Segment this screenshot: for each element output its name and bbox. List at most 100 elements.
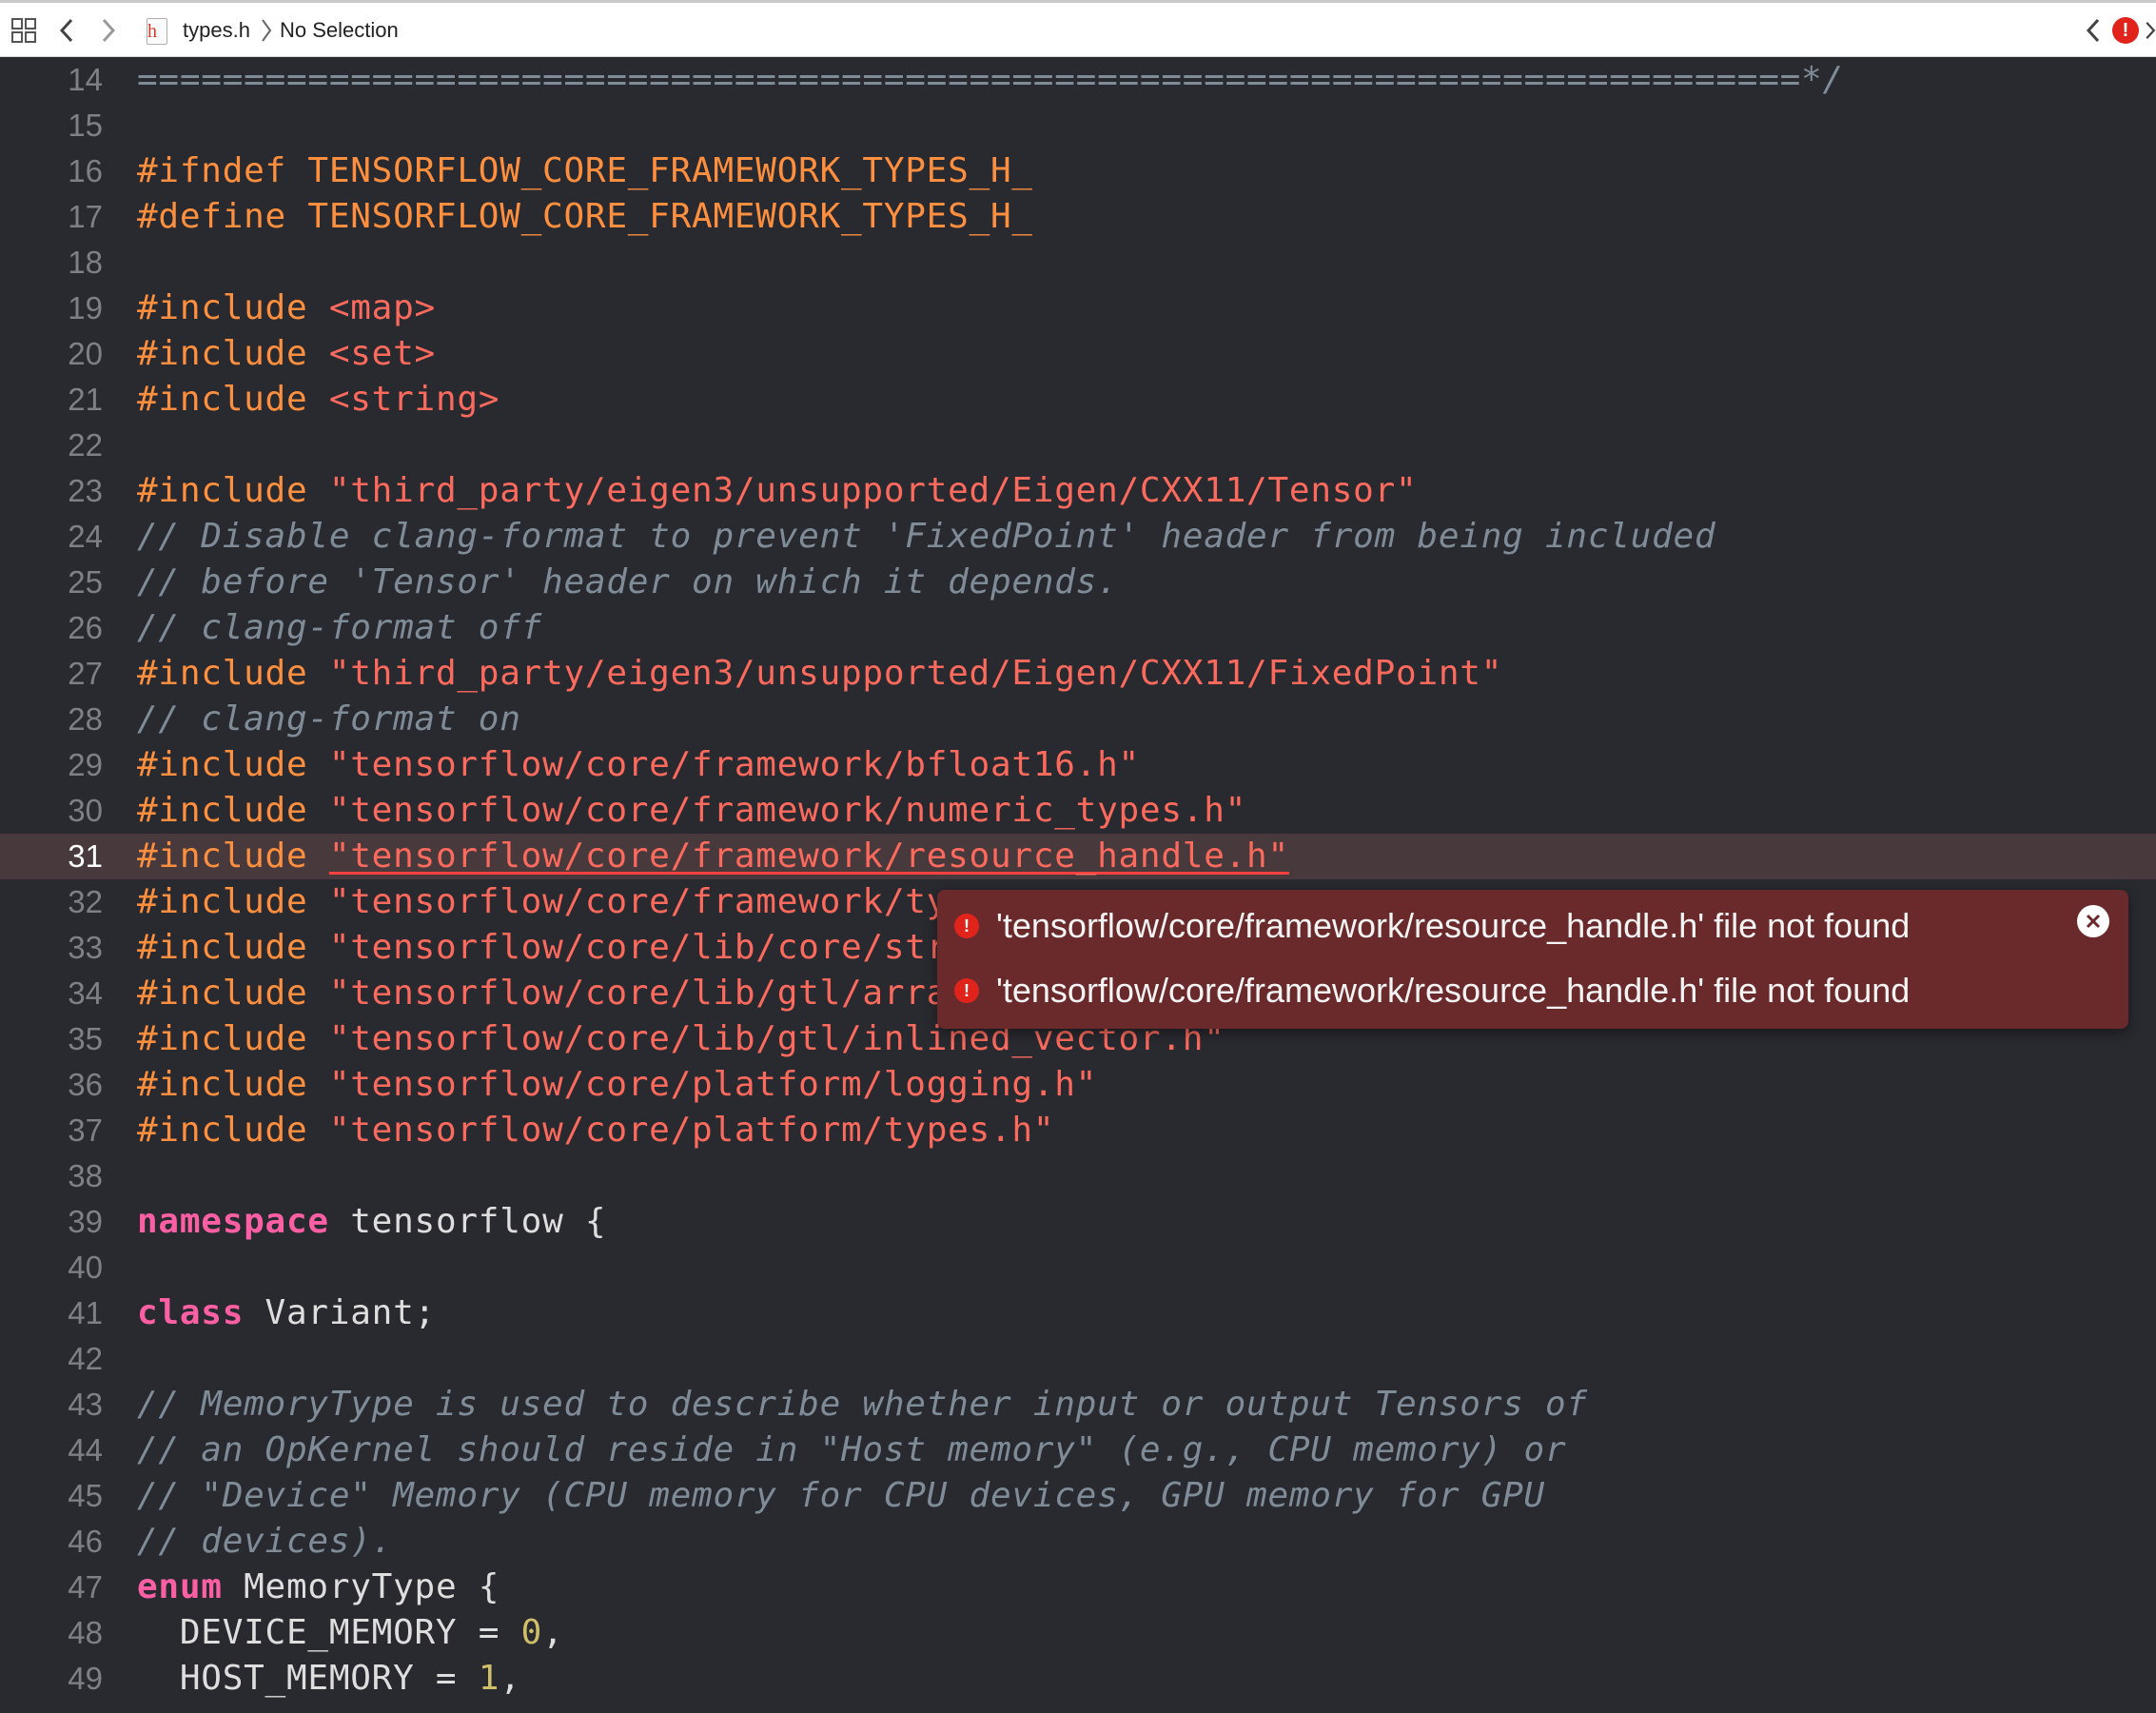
line-number[interactable]: 17 bbox=[0, 194, 103, 240]
code-line[interactable]: 16 #ifndef TENSORFLOW_CORE_FRAMEWORK_TYPE… bbox=[0, 148, 2156, 194]
code-text[interactable]: #include "third_party/eigen3/unsupported… bbox=[137, 468, 1417, 514]
line-number[interactable]: 40 bbox=[0, 1245, 103, 1290]
line-number[interactable]: 48 bbox=[0, 1610, 103, 1656]
issue-back-icon[interactable] bbox=[2086, 3, 2105, 57]
line-number[interactable]: 25 bbox=[0, 560, 103, 605]
code-line[interactable]: 44 // an OpKernel should reside in "Host … bbox=[0, 1428, 2156, 1473]
code-line[interactable]: 22 bbox=[0, 423, 2156, 468]
issue-forward-icon[interactable] bbox=[2145, 3, 2156, 57]
line-number[interactable]: 14 bbox=[0, 57, 103, 103]
error-message-row[interactable]: ! 'tensorflow/core/framework/resource_ha… bbox=[954, 962, 1910, 1019]
code-text[interactable]: #include <string> bbox=[137, 377, 500, 423]
code-line[interactable]: 15 bbox=[0, 103, 2156, 148]
code-text[interactable]: #include "tensorflow/core/platform/loggi… bbox=[137, 1062, 1097, 1108]
code-text[interactable]: class Variant; bbox=[137, 1290, 436, 1336]
code-text[interactable]: #include "tensorflow/core/lib/core/str bbox=[137, 925, 948, 971]
code-text[interactable]: ========================================… bbox=[137, 57, 1844, 103]
code-text[interactable]: // "Device" Memory (CPU memory for CPU d… bbox=[137, 1473, 1545, 1519]
line-number[interactable]: 19 bbox=[0, 286, 103, 331]
code-line[interactable]: 45 // "Device" Memory (CPU memory for CPU… bbox=[0, 1473, 2156, 1519]
breadcrumb-file[interactable]: types.h bbox=[183, 3, 250, 57]
code-line[interactable]: 43 // MemoryType is used to describe whet… bbox=[0, 1382, 2156, 1428]
line-number[interactable]: 47 bbox=[0, 1565, 103, 1610]
line-number[interactable]: 43 bbox=[0, 1382, 103, 1428]
code-text[interactable]: namespace tensorflow { bbox=[137, 1199, 606, 1245]
issue-error-icon[interactable]: ! bbox=[2112, 17, 2139, 44]
line-number[interactable]: 16 bbox=[0, 148, 103, 194]
code-text[interactable]: #include "third_party/eigen3/unsupported… bbox=[137, 651, 1502, 697]
back-chevron-icon[interactable] bbox=[59, 3, 82, 57]
close-icon[interactable] bbox=[2077, 905, 2109, 937]
line-number[interactable]: 22 bbox=[0, 423, 103, 468]
code-line[interactable]: 25 // before 'Tensor' header on which it … bbox=[0, 560, 2156, 605]
code-text[interactable]: // an OpKernel should reside in "Host me… bbox=[137, 1428, 1566, 1473]
code-text[interactable]: // before 'Tensor' header on which it de… bbox=[137, 560, 1119, 605]
line-number[interactable]: 18 bbox=[0, 240, 103, 286]
line-number[interactable]: 49 bbox=[0, 1656, 103, 1702]
code-text[interactable]: #include "tensorflow/core/framework/ty bbox=[137, 879, 948, 925]
code-text[interactable]: #include "tensorflow/core/framework/nume… bbox=[137, 788, 1246, 834]
code-line[interactable]: 41 class Variant; bbox=[0, 1290, 2156, 1336]
code-line[interactable]: 30 #include "tensorflow/core/framework/nu… bbox=[0, 788, 2156, 834]
line-number[interactable]: 41 bbox=[0, 1290, 103, 1336]
code-text[interactable]: #include "tensorflow/core/framework/reso… bbox=[137, 834, 1289, 879]
code-line[interactable]: 38 bbox=[0, 1153, 2156, 1199]
code-line[interactable]: 29 #include "tensorflow/core/framework/bf… bbox=[0, 742, 2156, 788]
line-number[interactable]: 15 bbox=[0, 103, 103, 148]
line-number[interactable]: 45 bbox=[0, 1473, 103, 1519]
line-number[interactable]: 46 bbox=[0, 1519, 103, 1565]
code-line[interactable]: 36 #include "tensorflow/core/platform/log… bbox=[0, 1062, 2156, 1108]
code-text[interactable]: #ifndef TENSORFLOW_CORE_FRAMEWORK_TYPES_… bbox=[137, 148, 1033, 194]
code-line[interactable]: 46 // devices). bbox=[0, 1519, 2156, 1565]
code-line[interactable]: 42 bbox=[0, 1336, 2156, 1382]
code-text[interactable]: DEVICE_MEMORY = 0, bbox=[137, 1610, 564, 1656]
line-number[interactable]: 21 bbox=[0, 377, 103, 423]
code-text[interactable]: #include "tensorflow/core/platform/types… bbox=[137, 1108, 1054, 1153]
error-message-row[interactable]: ! 'tensorflow/core/framework/resource_ha… bbox=[954, 897, 1910, 955]
line-number[interactable]: 20 bbox=[0, 331, 103, 377]
code-line[interactable]: 19 #include <map> bbox=[0, 286, 2156, 331]
code-line[interactable]: 23 #include "third_party/eigen3/unsupport… bbox=[0, 468, 2156, 514]
code-line[interactable]: 39 namespace tensorflow { bbox=[0, 1199, 2156, 1245]
breadcrumb-selection[interactable]: No Selection bbox=[280, 3, 399, 57]
related-items-grid-icon[interactable] bbox=[11, 3, 40, 57]
code-line[interactable]: 28 // clang-format on bbox=[0, 697, 2156, 742]
line-number[interactable]: 42 bbox=[0, 1336, 103, 1382]
code-text[interactable]: // clang-format off bbox=[137, 605, 542, 651]
line-number[interactable]: 34 bbox=[0, 971, 103, 1016]
code-line[interactable]: 27 #include "third_party/eigen3/unsupport… bbox=[0, 651, 2156, 697]
code-line[interactable]: 14 ======================================… bbox=[0, 57, 2156, 103]
line-number[interactable]: 29 bbox=[0, 742, 103, 788]
source-editor[interactable]: 14 ======================================… bbox=[0, 57, 2156, 1713]
code-line[interactable]: 37 #include "tensorflow/core/platform/typ… bbox=[0, 1108, 2156, 1153]
code-line[interactable]: 17 #define TENSORFLOW_CORE_FRAMEWORK_TYPE… bbox=[0, 194, 2156, 240]
line-number[interactable]: 24 bbox=[0, 514, 103, 560]
line-number[interactable]: 28 bbox=[0, 697, 103, 742]
line-number[interactable]: 31 bbox=[0, 834, 103, 879]
code-line[interactable]: 31 #include "tensorflow/core/framework/re… bbox=[0, 834, 2156, 879]
code-line[interactable]: 24 // Disable clang-format to prevent 'Fi… bbox=[0, 514, 2156, 560]
line-number[interactable]: 38 bbox=[0, 1153, 103, 1199]
code-text[interactable]: enum MemoryType { bbox=[137, 1565, 500, 1610]
code-text[interactable]: #include "tensorflow/core/framework/bflo… bbox=[137, 742, 1140, 788]
line-number[interactable]: 27 bbox=[0, 651, 103, 697]
code-line[interactable]: 40 bbox=[0, 1245, 2156, 1290]
line-number[interactable]: 37 bbox=[0, 1108, 103, 1153]
code-line[interactable]: 47 enum MemoryType { bbox=[0, 1565, 2156, 1610]
line-number[interactable]: 33 bbox=[0, 925, 103, 971]
code-text[interactable]: // Disable clang-format to prevent 'Fixe… bbox=[137, 514, 1715, 560]
code-line[interactable]: 26 // clang-format off bbox=[0, 605, 2156, 651]
line-number[interactable]: 23 bbox=[0, 468, 103, 514]
code-text[interactable]: // MemoryType is used to describe whethe… bbox=[137, 1382, 1588, 1428]
line-number[interactable]: 39 bbox=[0, 1199, 103, 1245]
line-number[interactable]: 44 bbox=[0, 1428, 103, 1473]
code-line[interactable]: 21 #include <string> bbox=[0, 377, 2156, 423]
code-text[interactable]: #define TENSORFLOW_CORE_FRAMEWORK_TYPES_… bbox=[137, 194, 1033, 240]
code-text[interactable]: // devices). bbox=[137, 1519, 393, 1565]
code-text[interactable]: #include <set> bbox=[137, 331, 436, 377]
code-line[interactable]: 48 DEVICE_MEMORY = 0, bbox=[0, 1610, 2156, 1656]
line-number[interactable]: 32 bbox=[0, 879, 103, 925]
code-text[interactable]: #include <map> bbox=[137, 286, 436, 331]
line-number[interactable]: 30 bbox=[0, 788, 103, 834]
code-text[interactable]: #include "tensorflow/core/lib/gtl/arra bbox=[137, 971, 948, 1016]
